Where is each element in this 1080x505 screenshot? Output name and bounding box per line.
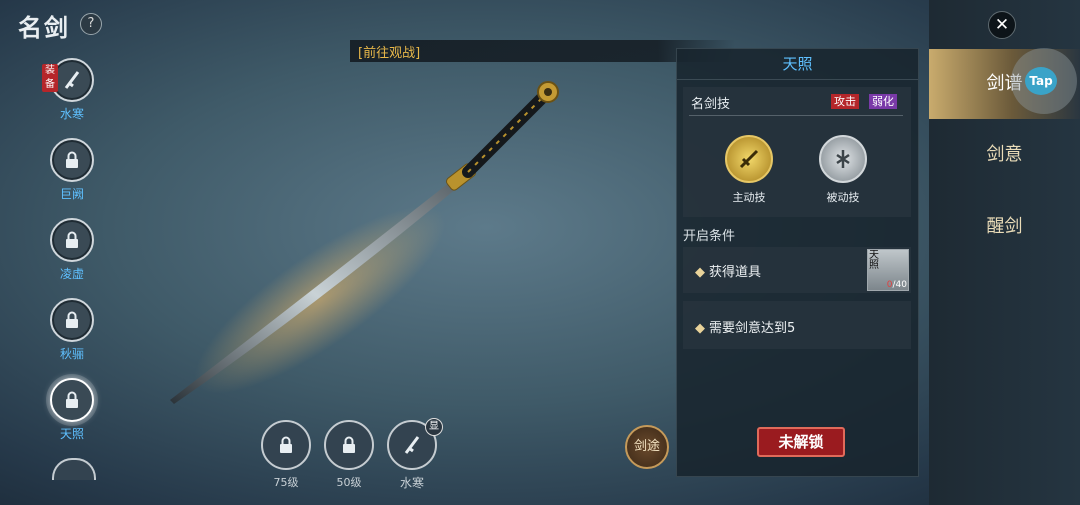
skills-header: 名剑技 — [691, 97, 731, 112]
tag-weaken: 弱化 — [869, 94, 897, 109]
lock-icon — [324, 420, 374, 470]
bottom-slot-shuihan[interactable]: 显 水寒 — [387, 418, 443, 491]
lock-icon — [50, 298, 94, 342]
slot-label: 50级 — [336, 476, 362, 489]
sword-list-item-tianzhao[interactable]: 天照 — [50, 378, 94, 442]
close-icon[interactable]: ✕ — [988, 11, 1016, 39]
tap-indicator: Tap — [1011, 48, 1077, 114]
tab-jianyi[interactable]: 剑意 — [929, 120, 1080, 190]
tag-attack: 攻击 — [831, 94, 859, 109]
right-tab-column: ✕ 剑谱 剑意 醒剑 Tap — [929, 0, 1080, 505]
diamond-icon: ◆ — [695, 265, 705, 280]
conditions-header: 开启条件 — [683, 229, 736, 244]
divider — [689, 115, 903, 116]
sword-list-item-jujue[interactable]: 巨阙 — [50, 138, 94, 202]
slot-label: 75级 — [273, 476, 299, 489]
sword-icon — [64, 71, 80, 89]
lock-icon — [50, 218, 94, 262]
page-title: 名剑 — [18, 13, 70, 42]
sword-name: 天照 — [59, 427, 84, 441]
bottom-slot-50[interactable]: 50级 — [324, 420, 374, 490]
slot-label: 水寒 — [399, 476, 424, 490]
active-skill[interactable]: 主动技 — [719, 135, 779, 205]
item-count: 0/40 — [886, 280, 907, 290]
display-badge: 显 — [425, 418, 443, 436]
sword-name: 秋骊 — [59, 347, 84, 361]
active-skill-icon — [725, 135, 773, 183]
tap-label: Tap — [1025, 67, 1057, 95]
sword-name: 凌虚 — [59, 267, 84, 281]
sword-list-item-shuihan[interactable]: 装备 水寒 — [42, 58, 94, 122]
lock-icon — [50, 138, 94, 182]
help-icon[interactable]: ? — [80, 13, 102, 35]
jiantu-button[interactable]: 剑途 — [625, 425, 669, 469]
condition-text: ◆ 需要剑意达到5 — [695, 321, 796, 336]
passive-skill[interactable]: 被动技 — [813, 135, 873, 205]
item-name: 天照 — [869, 250, 879, 271]
spectate-link[interactable]: [前往观战] — [358, 42, 420, 61]
skills-section: 名剑技 攻击 弱化 主动技 被动技 — [683, 87, 911, 217]
sword-list-item-qiuli[interactable]: 秋骊 — [50, 298, 94, 362]
condition-text: ◆ 获得道具 — [695, 265, 762, 280]
sword-list-item-partial[interactable] — [52, 458, 96, 480]
passive-skill-icon — [819, 135, 867, 183]
diamond-icon: ◆ — [695, 321, 705, 336]
active-skill-label: 主动技 — [732, 191, 766, 204]
panel-title: 天照 — [677, 49, 918, 80]
passive-skill-label: 被动技 — [826, 191, 860, 204]
tab-xingjian[interactable]: 醒剑 — [929, 192, 1080, 262]
sword-info-panel: 天照 名剑技 攻击 弱化 主动技 被动技 开启条件 ◆ 获得道具 天照 0/40 … — [676, 48, 919, 477]
sword-name: 巨阙 — [59, 187, 84, 201]
lock-icon — [261, 420, 311, 470]
katana-illustration — [170, 81, 559, 404]
lock-icon — [50, 378, 94, 422]
sword-name: 水寒 — [59, 107, 84, 121]
required-item[interactable]: 天照 0/40 — [867, 249, 909, 291]
equipped-badge: 装备 — [42, 64, 58, 92]
sword-list-item-lingxu[interactable]: 凌虚 — [50, 218, 94, 282]
bottom-slot-75[interactable]: 75级 — [261, 420, 311, 490]
condition-item: ◆ 需要剑意达到5 — [683, 301, 911, 349]
unlock-button[interactable]: 未解锁 — [757, 427, 845, 457]
condition-item: ◆ 获得道具 天照 0/40 — [683, 247, 911, 293]
